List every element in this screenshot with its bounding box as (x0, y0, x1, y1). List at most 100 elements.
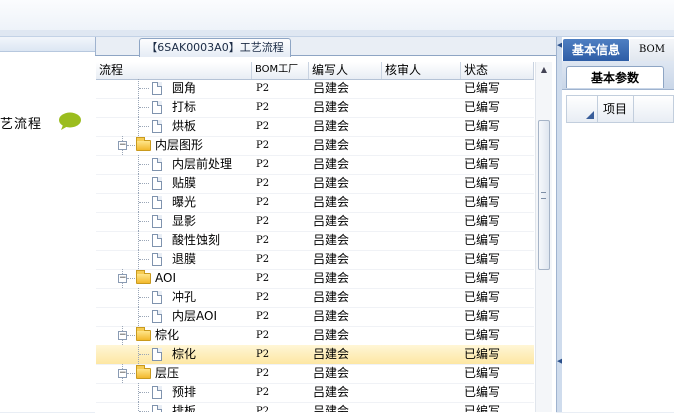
table-row[interactable]: − 层压 P2 吕建会 已编写 (96, 364, 534, 384)
grid-corner-icon[interactable] (567, 96, 598, 122)
bom-factory-cell: P2 (256, 83, 270, 94)
bom-factory-cell: P2 (256, 311, 270, 322)
tree-guide-line (139, 107, 149, 109)
process-step-name[interactable]: 退膜 (172, 250, 196, 269)
process-step-name[interactable]: 内层图形 (155, 136, 203, 155)
table-row[interactable]: 冲孔 P2 吕建会 已编写 (96, 288, 534, 308)
left-pane-header (0, 37, 95, 52)
collapse-toggle-icon[interactable]: − (118, 141, 127, 150)
process-step-name[interactable]: 曝光 (172, 193, 196, 212)
document-icon (152, 253, 162, 266)
status-cell: 已编写 (464, 328, 501, 342)
status-cell: 已编写 (464, 347, 501, 361)
process-step-name[interactable]: 烘板 (172, 117, 196, 136)
author-cell: 吕建会 (313, 138, 350, 152)
subtab-basic-params[interactable]: 基本参数 (566, 66, 664, 88)
column-header-author[interactable]: 编写人 (309, 62, 382, 79)
info-pane: 基本信息 BOM 基本参数 项目 (562, 37, 674, 412)
process-step-name[interactable]: 内层前处理 (172, 155, 232, 174)
column-header-status[interactable]: 状态 (461, 62, 534, 79)
author-cell: 吕建会 (313, 328, 350, 342)
process-step-name[interactable]: 贴膜 (172, 174, 196, 193)
window-toolbar (0, 0, 674, 31)
tree-guide-line (127, 373, 135, 375)
table-row[interactable]: 贴膜 P2 吕建会 已编写 (96, 174, 534, 194)
document-icon (152, 405, 162, 412)
column-divider (633, 96, 634, 122)
column-header-item[interactable]: 项目 (603, 96, 627, 122)
column-header-reviewer[interactable]: 核审人 (382, 62, 461, 79)
table-row[interactable]: 退膜 P2 吕建会 已编写 (96, 250, 534, 270)
table-row-selected[interactable]: 棕化 P2 吕建会 已编写 (96, 345, 534, 365)
process-tree-grid[interactable]: 圆角 P2 吕建会 已编写 打标 P2 吕建会 已编写 烘板 P2 吕建会 已编写 − 内层图形 P2 吕建会… (96, 79, 534, 412)
process-step-name[interactable]: 排板 (172, 402, 196, 412)
tree-guide-line (139, 259, 149, 261)
table-row[interactable]: 圆角 P2 吕建会 已编写 (96, 79, 534, 99)
table-row[interactable]: − AOI P2 吕建会 已编写 (96, 269, 534, 289)
bom-factory-cell: P2 (256, 349, 270, 360)
tree-guide-line (139, 240, 149, 242)
scroll-up-arrow-icon[interactable]: ▲ (536, 62, 552, 78)
bom-factory-cell: P2 (256, 254, 270, 265)
tree-guide-line (139, 88, 149, 90)
author-cell: 吕建会 (313, 176, 350, 190)
left-nav-item-process[interactable]: 艺流程 (0, 113, 42, 132)
process-step-name[interactable]: 层压 (155, 364, 179, 383)
table-row[interactable]: 排板 P2 吕建会 已编写 (96, 402, 534, 412)
process-step-name[interactable]: 棕化 (155, 326, 179, 345)
table-row[interactable]: 打标 P2 吕建会 已编写 (96, 98, 534, 118)
column-header-process[interactable]: 流程 (96, 62, 252, 79)
process-step-name[interactable]: 预排 (172, 383, 196, 402)
author-cell: 吕建会 (313, 404, 350, 412)
table-row[interactable]: 内层前处理 P2 吕建会 已编写 (96, 155, 534, 175)
tree-guide-line (127, 145, 135, 147)
process-step-name[interactable]: 显影 (172, 212, 196, 231)
process-tab[interactable]: 【6SAK0003A0】工艺流程 (139, 38, 291, 57)
status-cell: 已编写 (464, 252, 501, 266)
bom-factory-cell: P2 (256, 406, 270, 412)
author-cell: 吕建会 (313, 252, 350, 266)
table-row[interactable]: − 棕化 P2 吕建会 已编写 (96, 326, 534, 346)
document-icon (152, 177, 162, 190)
table-row[interactable]: − 内层图形 P2 吕建会 已编写 (96, 136, 534, 156)
collapse-toggle-icon[interactable]: − (118, 274, 127, 283)
folder-icon (136, 137, 151, 151)
process-step-name[interactable]: 酸性蚀刻 (172, 231, 220, 250)
process-step-name[interactable]: AOI (155, 269, 176, 288)
author-cell: 吕建会 (313, 366, 350, 380)
status-cell: 已编写 (464, 385, 501, 399)
author-cell: 吕建会 (313, 214, 350, 228)
table-row[interactable]: 曝光 P2 吕建会 已编写 (96, 193, 534, 213)
process-step-name[interactable]: 内层AOI (172, 307, 217, 326)
collapse-toggle-icon[interactable]: − (118, 369, 127, 378)
column-header-bom-factory[interactable]: BOM工厂 (252, 62, 309, 79)
author-cell: 吕建会 (313, 100, 350, 114)
process-step-name[interactable]: 棕化 (172, 345, 196, 364)
toolbar-divider (0, 30, 674, 37)
bom-factory-cell: P2 (256, 121, 270, 132)
status-cell: 已编写 (464, 214, 501, 228)
table-row[interactable]: 烘板 P2 吕建会 已编写 (96, 117, 534, 137)
table-row[interactable]: 内层AOI P2 吕建会 已编写 (96, 307, 534, 327)
tab-bom[interactable]: BOM (630, 39, 674, 61)
document-icon (152, 82, 162, 95)
tab-basic-info[interactable]: 基本信息 (563, 39, 629, 61)
vertical-scrollbar[interactable]: ▲ (535, 62, 552, 412)
tree-guide-line (127, 278, 135, 280)
collapse-toggle-icon[interactable]: − (118, 331, 127, 340)
process-step-name[interactable]: 冲孔 (172, 288, 196, 307)
status-cell: 已编写 (464, 176, 501, 190)
scroll-grip-icon (541, 192, 546, 199)
author-cell: 吕建会 (313, 271, 350, 285)
status-cell: 已编写 (464, 119, 501, 133)
bom-factory-cell: P2 (256, 387, 270, 398)
process-step-name[interactable]: 打标 (172, 98, 196, 117)
tree-guide-line (139, 164, 149, 166)
table-row[interactable]: 酸性蚀刻 P2 吕建会 已编写 (96, 231, 534, 251)
table-row[interactable]: 显影 P2 吕建会 已编写 (96, 212, 534, 232)
tree-guide-line (139, 183, 149, 185)
document-icon (152, 234, 162, 247)
document-icon (152, 101, 162, 114)
table-row[interactable]: 预排 P2 吕建会 已编写 (96, 383, 534, 403)
process-step-name[interactable]: 圆角 (172, 79, 196, 98)
